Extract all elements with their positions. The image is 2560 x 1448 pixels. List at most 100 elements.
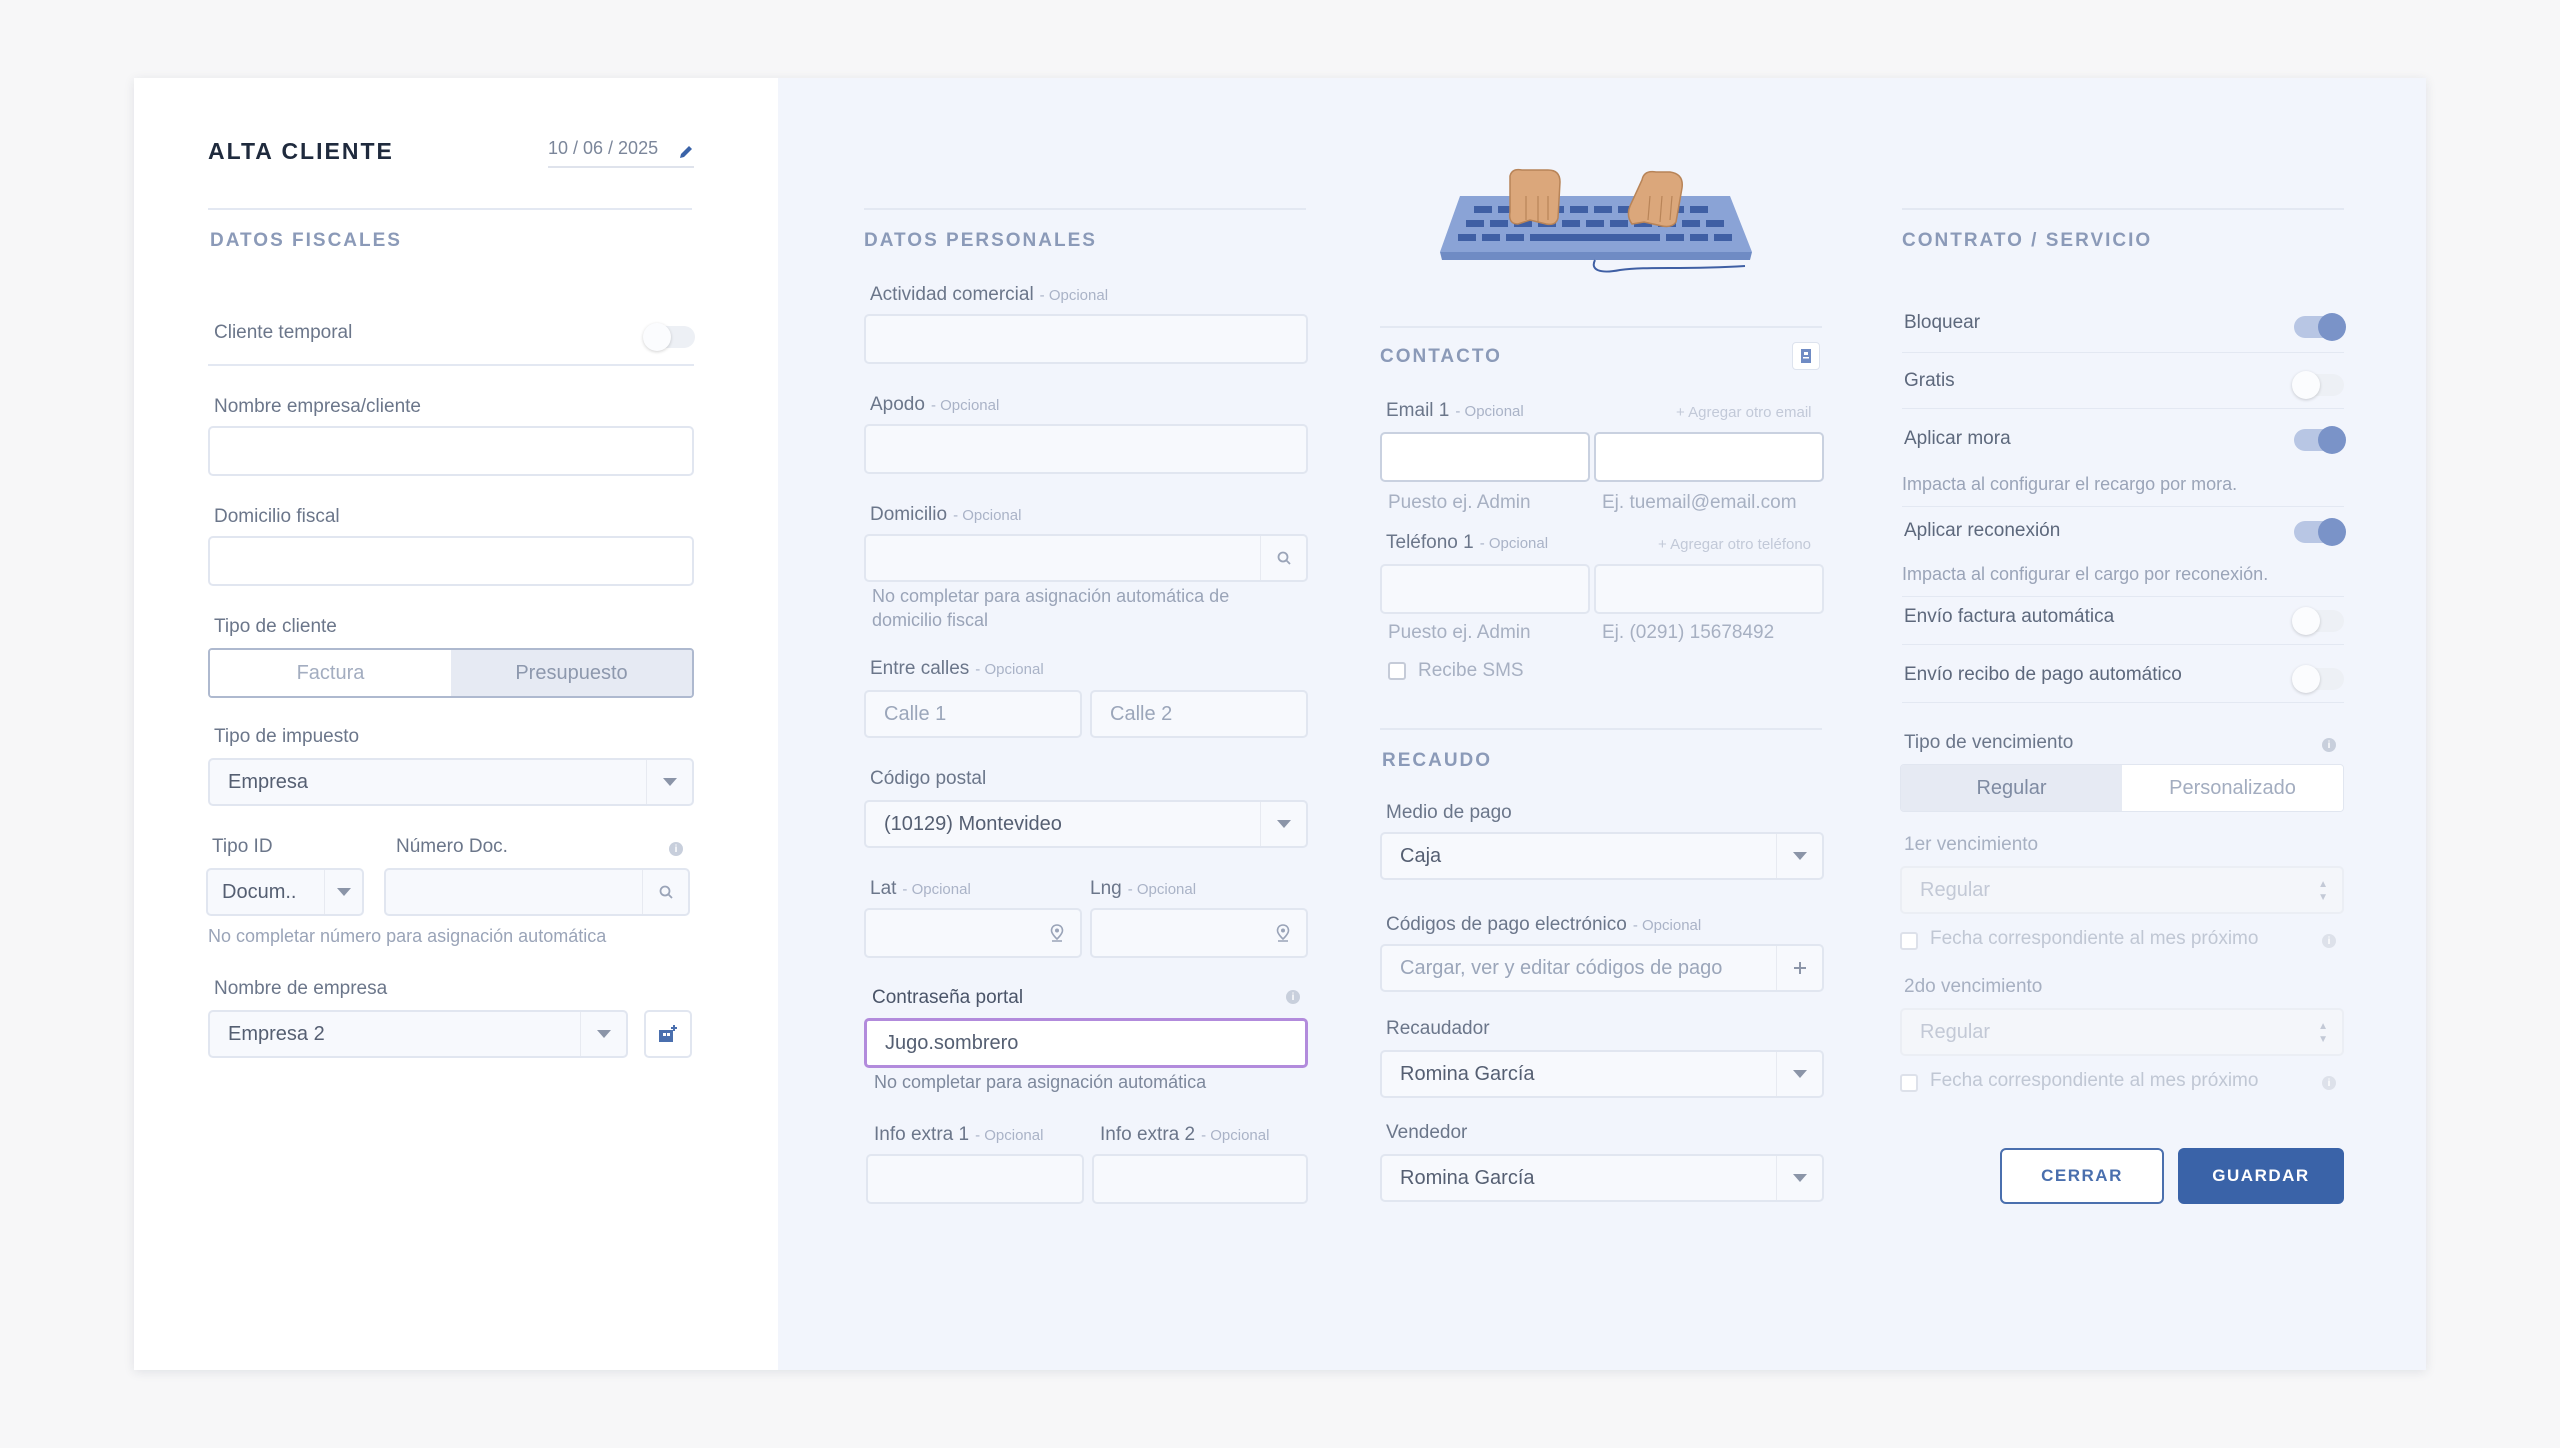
street1-input[interactable]: Calle 1: [864, 690, 1082, 738]
add-phone-link[interactable]: + Agregar otro teléfono: [1658, 536, 1811, 553]
page-title: ALTA CLIENTE: [208, 138, 394, 164]
chevron-down-icon: [324, 870, 362, 914]
divider: [1380, 728, 1822, 730]
email-placeholder: Ej. tuemail@email.com: [1602, 492, 1797, 513]
contacts-book-button[interactable]: [1792, 342, 1820, 370]
postal-code-select[interactable]: (10129) Montevideo: [864, 800, 1308, 848]
keyboard-illustration: [1440, 168, 1752, 273]
sms-checkbox[interactable]: [1388, 662, 1406, 680]
first-due-next-month-checkbox[interactable]: [1900, 932, 1918, 950]
section-title-personal: DATOS PERSONALES: [864, 230, 1097, 251]
email-position-input[interactable]: [1380, 432, 1590, 482]
id-type-label: Tipo ID: [212, 836, 273, 857]
info-icon[interactable]: i: [2322, 1076, 2336, 1090]
seller-select[interactable]: Romina García: [1380, 1154, 1824, 1202]
alias-input[interactable]: [864, 424, 1308, 474]
email-input[interactable]: [1594, 432, 1824, 482]
auto-invoice-toggle[interactable]: [2292, 607, 2344, 635]
chevron-down-icon: [1260, 802, 1306, 846]
phone-input[interactable]: [1594, 564, 1824, 614]
block-toggle[interactable]: [2294, 313, 2346, 341]
lat-input[interactable]: [864, 908, 1082, 958]
phone-position-placeholder: Puesto ej. Admin: [1388, 622, 1531, 643]
second-due-next-month-checkbox[interactable]: [1900, 1074, 1918, 1092]
divider: [208, 208, 692, 210]
second-due-input[interactable]: Regular ▲ ▼: [1900, 1008, 2344, 1056]
due-type-segmented[interactable]: Regular Personalizado: [1900, 764, 2344, 812]
reconnect-hint: Impacta al configurar el cargo por recon…: [1902, 564, 2269, 584]
company-name-input[interactable]: [208, 426, 694, 476]
info-icon[interactable]: i: [669, 842, 683, 856]
address-label: Domicilio - Opcional: [870, 504, 1022, 525]
payment-method-select[interactable]: Caja: [1380, 832, 1824, 880]
save-button[interactable]: GUARDAR: [2178, 1148, 2344, 1204]
chevron-down-icon: [646, 760, 692, 804]
search-icon[interactable]: [642, 870, 688, 914]
phone-position-input[interactable]: [1380, 564, 1590, 614]
client-type-presupuesto[interactable]: Presupuesto: [451, 650, 692, 696]
divider: [1902, 352, 2344, 353]
company-add-icon: [659, 1025, 677, 1042]
activity-input[interactable]: [864, 314, 1308, 364]
client-type-segmented[interactable]: Factura Presupuesto: [208, 648, 694, 698]
phone-label: Teléfono 1- Opcional: [1386, 532, 1549, 553]
plus-icon[interactable]: [1776, 946, 1822, 990]
collector-select[interactable]: Romina García: [1380, 1050, 1824, 1098]
divider: [1380, 326, 1822, 328]
address-hint: No completar para asignación automática …: [872, 586, 1230, 630]
info-icon[interactable]: i: [2322, 738, 2336, 752]
seller-value: Romina García: [1400, 1166, 1535, 1189]
add-email-link[interactable]: + Agregar otro email: [1676, 404, 1812, 421]
close-button[interactable]: CERRAR: [2000, 1148, 2164, 1204]
address-input[interactable]: [864, 534, 1308, 582]
reconnect-label: Aplicar reconexión: [1904, 520, 2061, 541]
auto-receipt-toggle[interactable]: [2292, 665, 2344, 693]
extra2-label: Info extra 2- Opcional: [1100, 1124, 1270, 1145]
lng-input[interactable]: [1090, 908, 1308, 958]
lat-label: Lat - Opcional: [870, 878, 971, 899]
extra1-input[interactable]: [866, 1154, 1084, 1204]
tax-type-select[interactable]: Empresa: [208, 758, 694, 806]
info-icon[interactable]: i: [2322, 934, 2336, 948]
late-fee-toggle[interactable]: [2294, 426, 2346, 454]
date-field[interactable]: 10 / 06 / 2025: [548, 138, 694, 168]
e-codes-input[interactable]: Cargar, ver y editar códigos de pago: [1380, 944, 1824, 992]
map-pin-icon[interactable]: [1260, 910, 1306, 956]
doc-number-label: Número Doc.: [396, 836, 508, 857]
id-type-value: Docum..: [222, 880, 297, 903]
stepper-icon[interactable]: ▲ ▼: [2318, 1020, 2328, 1046]
business-name-select[interactable]: Empresa 2: [208, 1010, 628, 1058]
fiscal-address-input[interactable]: [208, 536, 694, 586]
extra2-input[interactable]: [1092, 1154, 1308, 1204]
tax-type-label: Tipo de impuesto: [214, 726, 360, 747]
sms-label: Recibe SMS: [1418, 660, 1524, 681]
divider: [1902, 644, 2344, 645]
phone-placeholder: Ej. (0291) 15678492: [1602, 622, 1775, 643]
search-icon[interactable]: [1260, 536, 1306, 580]
add-business-button[interactable]: [644, 1010, 692, 1058]
due-type-custom[interactable]: Personalizado: [2122, 765, 2343, 811]
first-due-input[interactable]: Regular ▲ ▼: [1900, 866, 2344, 914]
chevron-down-icon: [580, 1012, 626, 1056]
pencil-icon[interactable]: [678, 144, 694, 160]
due-type-regular[interactable]: Regular: [1901, 765, 2122, 811]
doc-number-input[interactable]: [384, 868, 690, 916]
payment-method-label: Medio de pago: [1386, 802, 1512, 823]
stepper-icon[interactable]: ▲ ▼: [2318, 878, 2328, 904]
password-input[interactable]: Jugo.sombrero: [864, 1018, 1308, 1068]
second-due-label: 2do vencimiento: [1904, 976, 2043, 997]
id-type-select[interactable]: Docum..: [206, 868, 364, 916]
auto-invoice-label: Envío factura automática: [1904, 606, 2115, 627]
client-type-factura[interactable]: Factura: [210, 650, 451, 696]
free-toggle[interactable]: [2292, 371, 2344, 399]
block-label: Bloquear: [1904, 312, 1981, 333]
email-label: Email 1- Opcional: [1386, 400, 1524, 421]
temp-client-toggle[interactable]: [643, 323, 695, 351]
chevron-down-icon: [1776, 1052, 1822, 1096]
street2-input[interactable]: Calle 2: [1090, 690, 1308, 738]
reconnect-toggle[interactable]: [2294, 518, 2346, 546]
map-pin-icon[interactable]: [1034, 910, 1080, 956]
due-type-label: Tipo de vencimiento: [1904, 732, 2074, 753]
info-icon[interactable]: i: [1286, 990, 1300, 1004]
extra1-label: Info extra 1- Opcional: [874, 1124, 1044, 1145]
